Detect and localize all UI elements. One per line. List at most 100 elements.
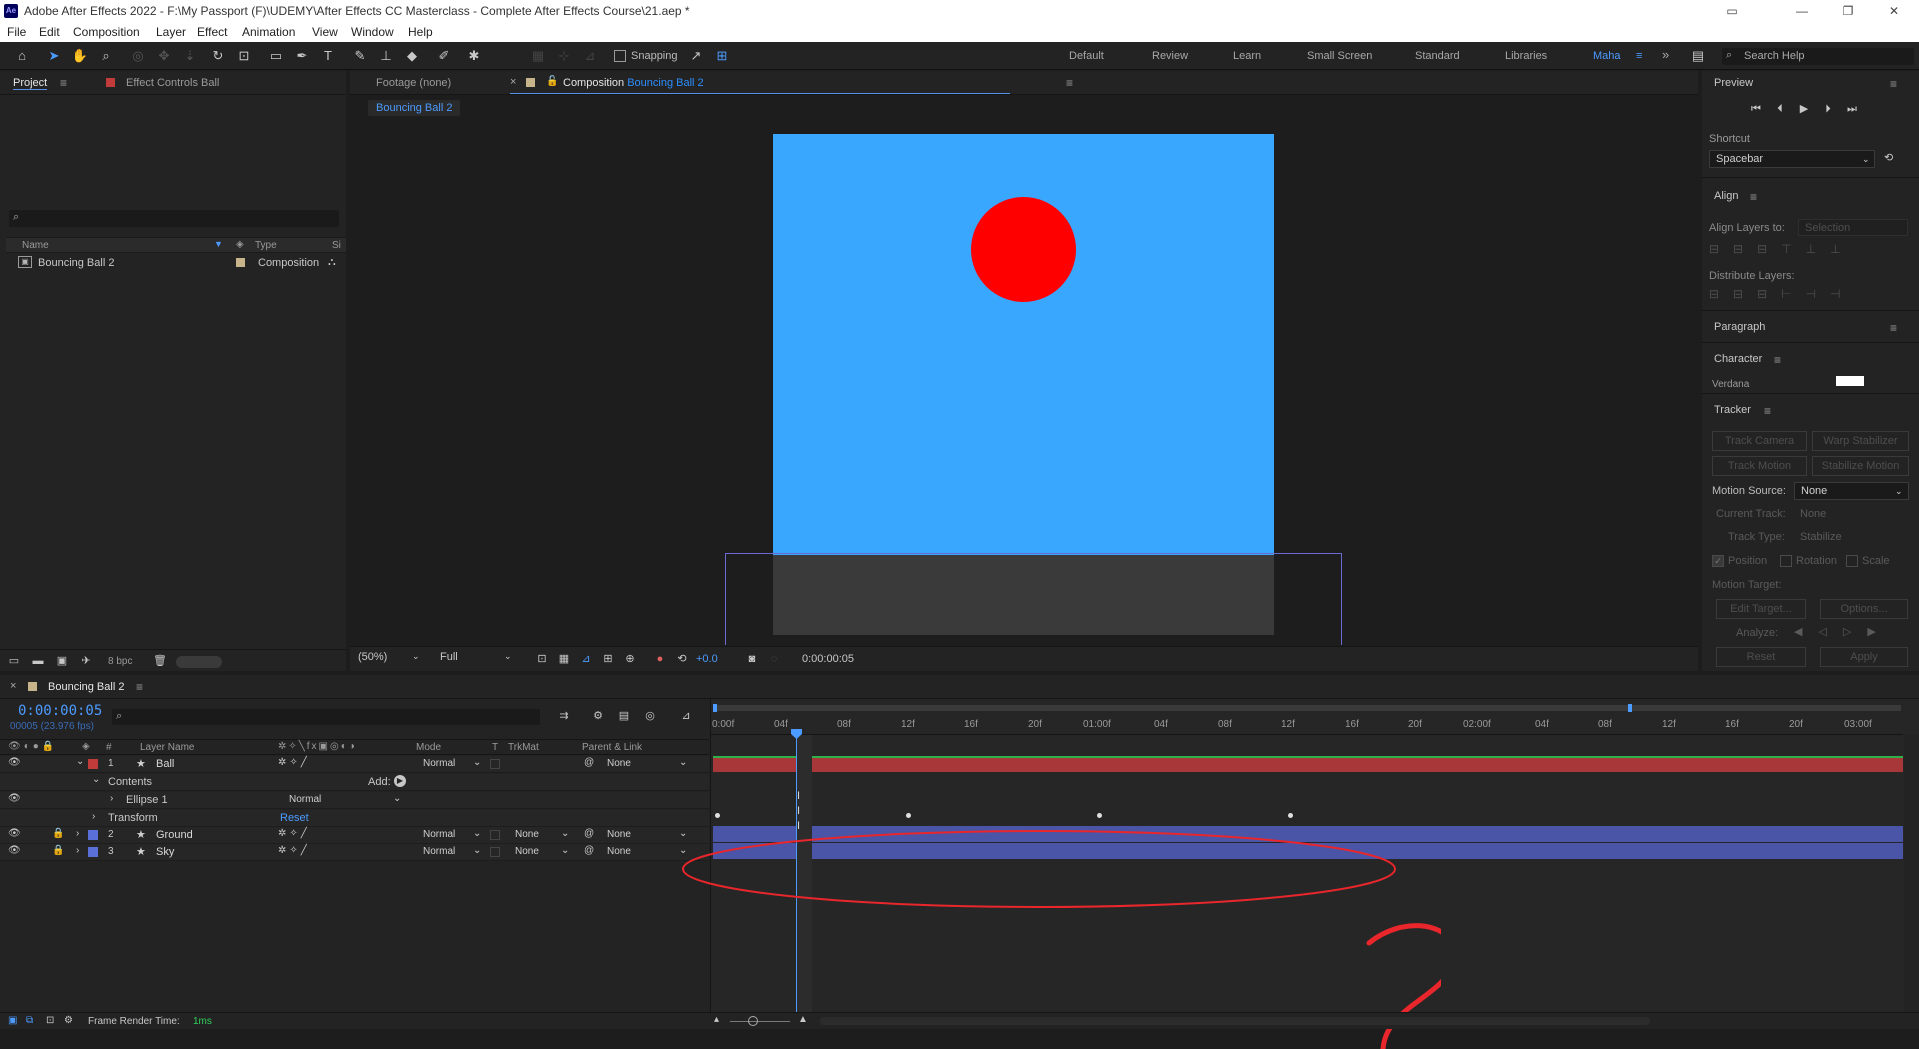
options-button[interactable]: Options...: [1820, 599, 1908, 619]
roto-brush-tool-icon[interactable]: ✐: [434, 47, 454, 65]
trkmat-dropdown[interactable]: None ⌄: [508, 845, 570, 859]
fill-color-swatch[interactable]: [1836, 376, 1864, 386]
current-time-display[interactable]: 0:00:00:05: [18, 703, 102, 719]
contents-row[interactable]: ⌄ Contents Add: ▶: [0, 774, 709, 791]
transparency-grid-icon[interactable]: ▦: [554, 650, 574, 668]
lock-icon[interactable]: 🔓: [546, 76, 558, 87]
transform-row[interactable]: › Transform Reset: [0, 810, 709, 827]
clone-stamp-tool-icon[interactable]: ⊥: [376, 47, 396, 65]
timeline-search-input[interactable]: ⌕: [112, 709, 540, 725]
in-out-toggle-icon[interactable]: ⊡: [46, 1015, 54, 1026]
layer-row-ball[interactable]: 👁 ⌄ 1 ★ Ball ✲✧╱ Normal ⌄ @ None ⌄: [0, 756, 709, 773]
apply-button[interactable]: Apply: [1820, 647, 1908, 667]
rotate-tool-icon[interactable]: ↻: [208, 47, 228, 65]
resolution-dropdown[interactable]: Full ⌄: [434, 651, 514, 667]
pen-tool-icon[interactable]: ✒: [292, 47, 312, 65]
chevron-down-icon[interactable]: ⌄: [92, 774, 100, 785]
close-tab-icon[interactable]: ×: [10, 680, 16, 692]
menu-edit[interactable]: Edit: [39, 25, 60, 39]
snap-edges-icon[interactable]: ↗: [686, 47, 706, 65]
orbit-tool-icon[interactable]: ◎: [128, 47, 148, 65]
chevron-right-icon[interactable]: ›: [110, 793, 113, 804]
workspace-layout-icon[interactable]: ▤: [1688, 47, 1708, 65]
timeline-graph-area[interactable]: 0:00f 04f 08f 12f 16f 20f 01:00f 04f 08f…: [682, 699, 1919, 1049]
align-world-icon[interactable]: ⊹: [554, 47, 574, 65]
preview-menu-icon[interactable]: ≡: [1890, 77, 1897, 91]
layer-switches-toggle-icon[interactable]: ▣: [8, 1015, 17, 1026]
timeline-menu-icon[interactable]: ≡: [136, 680, 143, 694]
tab-project[interactable]: Project: [13, 77, 48, 90]
preserve-transparency-checkbox[interactable]: [490, 759, 500, 769]
restore-button[interactable]: ❐: [1836, 3, 1860, 19]
workspace-small-screen[interactable]: Small Screen: [1307, 50, 1372, 62]
workspace-default[interactable]: Default: [1069, 50, 1104, 62]
warp-stabilizer-button[interactable]: Warp Stabilizer: [1812, 431, 1909, 451]
interpret-footage-icon[interactable]: ▭: [4, 652, 24, 670]
menu-composition[interactable]: Composition: [73, 25, 140, 39]
mode-dropdown[interactable]: Normal ⌄: [416, 828, 482, 842]
selection-tool-icon[interactable]: ➤: [44, 47, 64, 65]
work-area-start-handle[interactable]: [713, 704, 717, 712]
zoom-slider-track[interactable]: [730, 1021, 790, 1022]
anchor-tool-icon[interactable]: ⊡: [234, 47, 254, 65]
snap-features-icon[interactable]: ⊞: [712, 47, 732, 65]
align-buttons-row[interactable]: ⊟⊟⊟⊤⊥⊥: [1709, 242, 1909, 258]
reset-button[interactable]: Reset: [1716, 647, 1806, 667]
modes-toggle-icon[interactable]: ⧉: [26, 1015, 33, 1026]
frame-blending-icon[interactable]: ◎: [640, 707, 660, 725]
workspace-standard[interactable]: Standard: [1415, 50, 1460, 62]
safe-margins-icon[interactable]: ⊞: [598, 650, 618, 668]
tracker-menu-icon[interactable]: ≡: [1764, 404, 1771, 418]
workspace-maha[interactable]: Maha: [1593, 50, 1621, 62]
ellipse-row[interactable]: 👁 › Ellipse 1 Normal ⌄: [0, 792, 709, 809]
menu-effect[interactable]: Effect: [197, 25, 227, 39]
chevron-right-icon[interactable]: ›: [76, 845, 79, 856]
menu-window[interactable]: Window: [351, 25, 394, 39]
work-area-bar[interactable]: [713, 705, 1901, 711]
eye-icon[interactable]: 👁: [8, 793, 21, 804]
column-layer-name[interactable]: Layer Name: [140, 742, 194, 753]
exposure-value[interactable]: +0.0: [696, 653, 718, 665]
column-trkmat[interactable]: TrkMat: [508, 742, 539, 753]
analyze-buttons-row[interactable]: ◀◁▷▶: [1794, 625, 1892, 638]
zoom-dropdown[interactable]: (50%) ⌄: [358, 651, 422, 667]
thumbnail-slider[interactable]: [176, 656, 222, 668]
column-size[interactable]: Si: [332, 240, 341, 251]
trkmat-dropdown[interactable]: None ⌄: [508, 828, 570, 842]
preserve-transparency-checkbox[interactable]: [490, 830, 500, 840]
home-icon[interactable]: ⌂: [12, 47, 32, 65]
composition-mini-flowchart-icon[interactable]: ⇉: [554, 707, 574, 725]
viewer-timecode[interactable]: 0:00:00:05: [802, 653, 854, 665]
motion-source-dropdown[interactable]: None ⌄: [1794, 482, 1909, 500]
track-motion-button[interactable]: Track Motion: [1712, 456, 1807, 476]
tab-composition[interactable]: Composition Bouncing Ball 2: [563, 77, 704, 89]
pan-tool-icon[interactable]: ✥: [154, 47, 174, 65]
current-track-value[interactable]: None: [1800, 508, 1826, 520]
reset-shortcut-icon[interactable]: ⟲: [1884, 151, 1893, 164]
timeline-horizontal-scrollbar[interactable]: [820, 1017, 1650, 1025]
draft-3d-icon[interactable]: ⚙: [588, 707, 608, 725]
edit-target-button[interactable]: Edit Target...: [1716, 599, 1806, 619]
snapshot-camera-icon[interactable]: ◙: [742, 650, 762, 668]
menu-view[interactable]: View: [312, 25, 338, 39]
column-name[interactable]: Name: [22, 240, 49, 251]
type-tool-icon[interactable]: T: [318, 47, 338, 65]
tab-effect-controls[interactable]: Effect Controls Ball: [126, 77, 219, 89]
more-workspaces-icon[interactable]: »: [1662, 47, 1669, 62]
align-layers-to-dropdown[interactable]: Selection: [1798, 219, 1908, 236]
parent-dropdown[interactable]: None ⌄: [600, 757, 688, 771]
mode-dropdown[interactable]: Normal ⌄: [416, 845, 482, 859]
ball-layer[interactable]: [971, 197, 1076, 302]
layer-label-color[interactable]: [88, 759, 98, 769]
layer-switches[interactable]: ✲✧╱: [278, 757, 310, 768]
ellipse-mode-dropdown[interactable]: Normal ⌄: [282, 793, 404, 807]
guides-icon[interactable]: ⊕: [620, 650, 640, 668]
timeline-scroll-track[interactable]: [1904, 735, 1919, 1029]
chevron-down-icon[interactable]: ⌄: [76, 756, 84, 767]
pickwhip-icon[interactable]: @: [584, 828, 594, 839]
position-checkbox[interactable]: ✓: [1712, 555, 1724, 567]
rotation-checkbox[interactable]: [1780, 555, 1792, 567]
comp-breadcrumb[interactable]: Bouncing Ball 2: [368, 100, 461, 116]
mode-dropdown[interactable]: Normal ⌄: [416, 757, 482, 771]
align-view-icon[interactable]: ⊿: [580, 47, 600, 65]
